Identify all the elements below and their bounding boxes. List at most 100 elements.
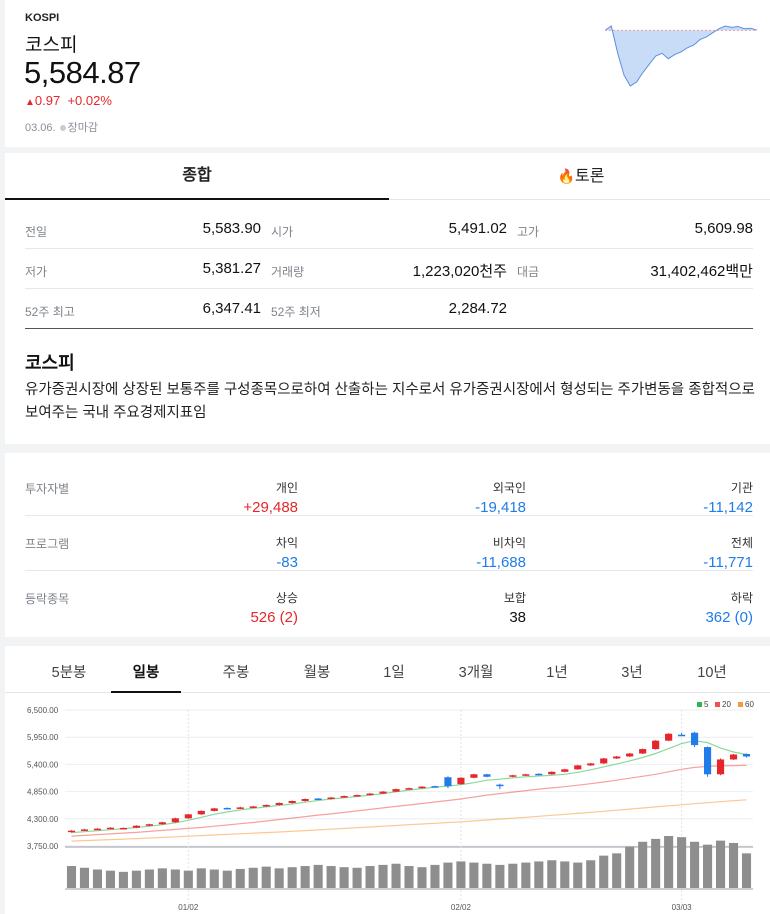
chart-tab[interactable]: 5분봉	[34, 646, 104, 693]
market-status: 장마감	[67, 122, 98, 134]
candle-body	[470, 774, 478, 778]
chart-tab[interactable]: 3개월	[441, 646, 511, 693]
volume-bar	[170, 869, 180, 888]
up-arrow-icon: ▲	[25, 97, 35, 108]
description-title: 코스피	[25, 353, 75, 373]
chart-tab[interactable]: 일봉	[111, 646, 181, 693]
candle-body	[262, 804, 270, 807]
chart-tab[interactable]: 3년	[597, 646, 667, 693]
volume-bar	[196, 868, 206, 888]
volume-bar	[79, 867, 90, 888]
candle-body	[444, 777, 452, 787]
stat-label: 저가	[25, 265, 48, 279]
stat-cell: 시가 5,491.02	[271, 209, 507, 249]
investor-col-value: -83	[276, 554, 298, 571]
candle-body	[496, 784, 504, 787]
candle-body	[366, 793, 374, 796]
volume-bar	[495, 864, 505, 888]
candle-body	[327, 797, 335, 800]
index-header: KOSPI 코스피 5,584.87 ▲0.97 +0.02% 03.06. 장마…	[5, 0, 770, 147]
volume-bar	[482, 863, 492, 888]
volume-bar	[586, 860, 596, 888]
investor-col-head: 비차익	[492, 536, 526, 550]
candle-body	[548, 771, 556, 775]
candle-body	[431, 786, 439, 788]
stat-value: 2,284.72	[448, 300, 507, 317]
volume-bar	[391, 863, 401, 888]
investor-cell: 외국인 -19,418	[406, 479, 526, 516]
description-text: 유가증권시장에 상장된 보통주를 구성종목으로하여 산출하는 지수로서 유가증권…	[25, 382, 755, 421]
candlestick-chart[interactable]: 6,500.00 5,950.00 5,400.00 4,850.00 4,300.00…	[5, 698, 770, 914]
candle-body	[379, 791, 387, 794]
legend-swatch	[738, 702, 743, 707]
x-tick-label: 01/02	[178, 903, 199, 912]
candle-body	[742, 754, 751, 757]
volume-bar	[365, 866, 375, 888]
investor-row: 등락종목 상승 526 (2) 보합 38 하락 362 (0)	[25, 571, 753, 626]
chart-tab[interactable]: 월봉	[282, 646, 352, 693]
investor-panel: 투자자별 개인 +29,488 외국인 -19,418 기관 -11,142 프로그램 차익 -8…	[5, 453, 770, 637]
volume-bar	[417, 867, 427, 888]
candle-body	[184, 814, 192, 819]
chart-tab[interactable]: 1년	[522, 646, 592, 693]
investor-col-head: 개인	[275, 481, 298, 495]
current-price: 5,584.87	[24, 55, 141, 90]
volume-bar	[573, 862, 583, 888]
stat-value: 5,491.02	[448, 220, 507, 237]
chart-tab[interactable]: 1일	[359, 646, 429, 693]
content-tabs: 종합 🔥토론	[5, 153, 770, 200]
candle-body	[535, 773, 543, 776]
investor-row: 투자자별 개인 +29,488 외국인 -19,418 기관 -11,142	[25, 461, 753, 516]
candle-body	[340, 796, 348, 798]
stats-row: 전일 5,583.90 시가 5,491.02 고가 5,609.98	[25, 209, 753, 249]
stat-label: 거래량	[271, 265, 305, 279]
investor-col-head: 차익	[275, 536, 298, 550]
candle-body	[691, 732, 699, 746]
status-dot-icon	[59, 124, 66, 131]
volume-bar	[625, 846, 635, 888]
candle-body	[392, 789, 400, 792]
investor-row-label: 투자자별	[25, 482, 70, 496]
investor-cell: 개인 +29,488	[178, 479, 298, 516]
volume-bar	[430, 864, 440, 888]
volume-bar	[664, 836, 674, 888]
volume-bar	[521, 862, 531, 888]
chart-tab[interactable]: 10년	[677, 646, 747, 693]
volume-bar	[728, 842, 739, 888]
candle-body	[509, 775, 517, 777]
trade-date: 03.06. 장마감	[25, 119, 98, 135]
change-value: 0.97	[34, 93, 61, 108]
investor-row: 프로그램 차익 -83 비차익 -11,688 전체 -11,771	[25, 516, 753, 571]
volume-bar	[560, 861, 570, 888]
volume-bar	[638, 841, 648, 888]
investor-cell: 전체 -11,771	[633, 534, 753, 571]
candle-body	[275, 802, 283, 805]
candle-body	[171, 818, 179, 823]
stat-cell: 대금 31,402,462백만	[517, 249, 753, 289]
candle-body	[639, 749, 647, 754]
candle-body	[613, 756, 621, 759]
y-tick-label: 5,950.00	[27, 733, 59, 742]
investor-col-head: 기관	[730, 481, 753, 495]
volume-bar	[157, 868, 167, 888]
y-tick-label: 6,500.00	[27, 706, 59, 715]
y-tick-label: 3,750.00	[27, 842, 59, 851]
candle-body	[236, 807, 244, 809]
volume-bar	[547, 860, 557, 888]
volume-bar	[690, 841, 700, 888]
tab-summary[interactable]: 종합	[5, 153, 389, 200]
volume-bar	[144, 869, 154, 888]
candle-body	[561, 769, 569, 772]
volume-bar	[677, 837, 687, 888]
stat-label: 전일	[25, 225, 48, 239]
volume-bar	[131, 870, 141, 888]
investor-col-value: 38	[509, 609, 526, 626]
stat-value: 5,381.27	[202, 260, 261, 277]
candle-body	[678, 734, 686, 737]
legend-swatch	[715, 702, 720, 707]
chart-tab[interactable]: 주봉	[201, 646, 271, 693]
stat-value: 1,223,020천주	[412, 263, 507, 280]
tab-discussion[interactable]: 🔥토론	[389, 153, 770, 200]
candle-body	[314, 798, 322, 801]
volume-bar	[326, 866, 336, 888]
